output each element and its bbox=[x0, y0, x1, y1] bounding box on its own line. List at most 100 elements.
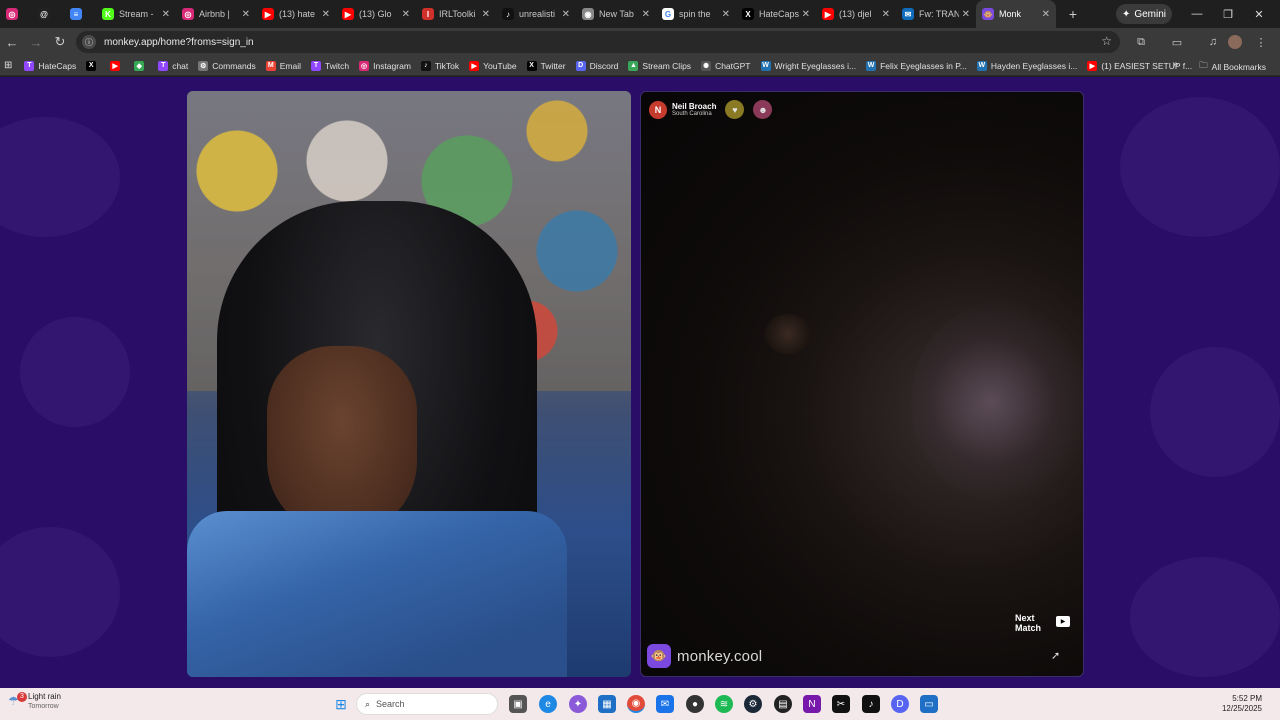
reload-icon[interactable]: ↻ bbox=[48, 30, 72, 54]
bookmark-item[interactable]: ♪ TikTok bbox=[420, 60, 459, 71]
close-tab-icon[interactable]: ✕ bbox=[162, 9, 170, 20]
weather-widget[interactable]: ☂ 3 Light rain Tomorrow bbox=[8, 691, 61, 711]
close-tab-icon[interactable]: ✕ bbox=[722, 9, 730, 20]
tab-label: Monk bbox=[999, 9, 1022, 19]
new-tab-button[interactable]: + bbox=[1062, 3, 1084, 25]
browser-tab[interactable]: Gspin the ✕ bbox=[656, 2, 736, 26]
windows-start-icon[interactable]: ⊞ bbox=[332, 695, 350, 713]
bookmark-item[interactable]: X Twitter bbox=[526, 60, 566, 71]
edge-icon[interactable]: e bbox=[539, 695, 557, 713]
weather-badge: 3 bbox=[17, 691, 27, 702]
restore-button[interactable]: ❐ bbox=[1215, 4, 1241, 24]
tab-label: Fw: TRAN bbox=[919, 9, 959, 19]
close-window-button[interactable]: ✕ bbox=[1246, 4, 1272, 24]
spotify-icon[interactable]: ≋ bbox=[715, 695, 733, 713]
media-controls-icon[interactable]: ♫ bbox=[1204, 33, 1222, 51]
task-view-icon[interactable]: ▣ bbox=[509, 695, 527, 713]
browser-tab[interactable]: ◉ New Tab ✕ bbox=[576, 2, 656, 26]
kick-icon: K bbox=[102, 8, 114, 20]
bookmark-item[interactable]: W Felix Eyeglasses in P... bbox=[866, 60, 967, 71]
streamclips-icon: ▲ bbox=[628, 60, 639, 71]
next-match-button[interactable]: Next Match bbox=[1015, 613, 1041, 633]
bookmark-item[interactable]: T HateCaps bbox=[24, 60, 76, 71]
bookmark-item[interactable]: W Wright Eyeglasses i... bbox=[760, 60, 856, 71]
close-tab-icon[interactable]: ✕ bbox=[962, 9, 970, 20]
monkey-badge-icon[interactable]: ☻ bbox=[753, 100, 773, 119]
browser-tab[interactable]: ▶ (13) djel ✕ bbox=[816, 2, 896, 26]
close-tab-icon[interactable]: ✕ bbox=[642, 9, 650, 20]
menu-icon[interactable]: ⋮ bbox=[1252, 33, 1270, 51]
browser-tab[interactable]: 🐵 Monk ✕ bbox=[976, 0, 1056, 28]
close-tab-icon[interactable]: ✕ bbox=[482, 9, 490, 20]
close-tab-icon[interactable]: ✕ bbox=[322, 9, 330, 20]
bookmark-label: Felix Eyeglasses in P... bbox=[880, 60, 967, 71]
browser-tab[interactable]: ✉ Fw: TRAN ✕ bbox=[896, 2, 976, 26]
browser-tab[interactable]: ◎ Airbnb | ✕ bbox=[176, 2, 256, 26]
gemini-button[interactable]: ✦ Gemini bbox=[1116, 4, 1172, 24]
site-info-icon[interactable]: ⓘ bbox=[82, 35, 96, 49]
browser-tab[interactable]: ♪ unrealisti ✕ bbox=[496, 2, 576, 26]
partner-info[interactable]: N Neil Broach South Carolina ♥ ☻ bbox=[649, 100, 773, 119]
extensions-icon[interactable]: ⧉ bbox=[1132, 33, 1150, 51]
bookmark-item[interactable]: Tchat bbox=[158, 60, 188, 71]
browser-tab[interactable]: X HateCaps ✕ bbox=[736, 2, 816, 26]
steam-icon[interactable]: ⚙ bbox=[744, 695, 762, 713]
close-tab-icon[interactable]: ✕ bbox=[802, 9, 810, 20]
copilot-icon[interactable]: ✦ bbox=[569, 695, 587, 713]
close-tab-icon[interactable]: ✕ bbox=[882, 9, 890, 20]
bookmark-item[interactable]: ✺ ChatGPT bbox=[701, 60, 751, 71]
bookmark-item[interactable]: ▶ YouTube bbox=[469, 60, 517, 71]
onenote-icon[interactable]: N bbox=[803, 695, 821, 713]
bookmark-item[interactable]: ▶ bbox=[110, 60, 124, 71]
cast-icon[interactable]: ▭ bbox=[1168, 33, 1186, 51]
profile-avatar[interactable] bbox=[1226, 33, 1244, 51]
system-clock[interactable]: 5:52 PM 12/25/2025 bbox=[1222, 694, 1262, 714]
back-icon[interactable]: ← bbox=[0, 30, 24, 54]
bookmark-item[interactable]: D Discord bbox=[575, 60, 618, 71]
tiktok-icon[interactable]: ♪ bbox=[862, 695, 880, 713]
capcut-icon[interactable]: ✂ bbox=[832, 695, 850, 713]
bookmark-item[interactable]: M Email bbox=[265, 60, 301, 71]
bookmark-label: Twitter bbox=[540, 60, 566, 71]
browser-tab[interactable]: ▶ (13) hate ✕ bbox=[256, 2, 336, 26]
heart-badge-icon[interactable]: ♥ bbox=[725, 100, 745, 119]
close-tab-icon[interactable]: ✕ bbox=[562, 9, 570, 20]
browser-tab[interactable]: K Stream - ✕ bbox=[96, 2, 176, 26]
next-match-icon[interactable]: ▶ bbox=[1056, 616, 1070, 627]
browser-tab[interactable]: @ bbox=[32, 2, 64, 26]
obs-icon[interactable]: ● bbox=[686, 695, 704, 713]
discord-icon[interactable]: D bbox=[891, 695, 909, 713]
browser-tab[interactable]: ◎ bbox=[0, 2, 32, 26]
bookmark-item[interactable]: X bbox=[86, 60, 100, 71]
browser-tab[interactable]: ▶ (13) Glo ✕ bbox=[336, 2, 416, 26]
bookmark-item[interactable]: T Twitch bbox=[311, 60, 349, 71]
close-tab-icon[interactable]: ✕ bbox=[1042, 9, 1050, 20]
all-bookmarks-button[interactable]: 🗀 All Bookmarks bbox=[1199, 60, 1266, 74]
forward-icon[interactable]: → bbox=[24, 30, 48, 54]
bookmark-item[interactable]: ▲ Stream Clips bbox=[628, 60, 691, 71]
bookmark-star-icon[interactable]: ☆ bbox=[1101, 34, 1112, 48]
apps-grid-icon[interactable]: ⊞ bbox=[4, 60, 12, 71]
tab-label: spin the bbox=[679, 9, 711, 19]
streamdeck-icon[interactable]: ▤ bbox=[774, 695, 792, 713]
wordpress-icon: W bbox=[760, 60, 771, 71]
close-tab-icon[interactable]: ✕ bbox=[242, 9, 250, 20]
browser-tab[interactable]: I IRLToolki ✕ bbox=[416, 2, 496, 26]
bookmark-item[interactable]: ◆ bbox=[134, 60, 148, 71]
more-bookmarks-icon[interactable]: » bbox=[1172, 59, 1178, 70]
outlook-icon[interactable]: ✉ bbox=[656, 695, 674, 713]
store-icon[interactable]: ▦ bbox=[598, 695, 616, 713]
browser-tab[interactable]: ≡ bbox=[64, 2, 96, 26]
address-bar[interactable]: ⓘ monkey.app/home?froms=sign_in ☆ bbox=[76, 31, 1120, 53]
bookmark-item[interactable]: ◎ Instagram bbox=[359, 60, 411, 71]
bookmark-item[interactable]: ⚙ Commands bbox=[198, 60, 256, 71]
minimize-button[interactable]: — bbox=[1184, 4, 1210, 24]
remote-desktop-icon[interactable]: ▭ bbox=[920, 695, 938, 713]
monkey-logo-icon: 🐵 bbox=[647, 644, 671, 668]
bookmark-item[interactable]: W Hayden Eyeglasses i... bbox=[976, 60, 1077, 71]
chrome-icon[interactable]: ◉ bbox=[627, 695, 645, 713]
taskbar-search[interactable]: ⌕ Search bbox=[356, 693, 498, 715]
tab-label: (13) Glo bbox=[359, 9, 392, 19]
rain-cloud-icon: ☂ 3 bbox=[8, 691, 27, 710]
close-tab-icon[interactable]: ✕ bbox=[402, 9, 410, 20]
